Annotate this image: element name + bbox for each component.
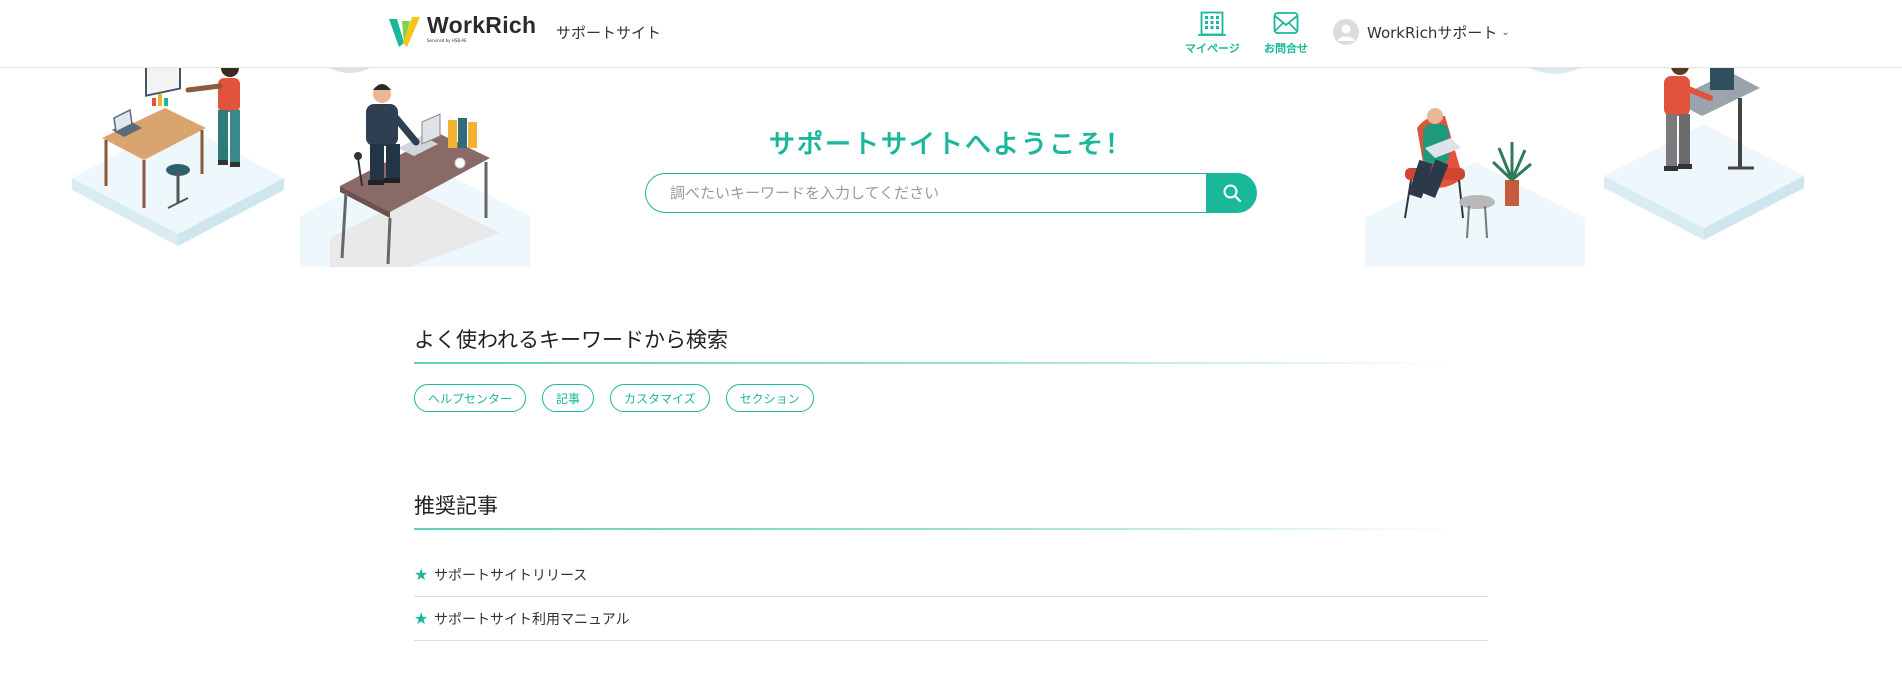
office-illustration-desk-worker — [300, 84, 530, 267]
nav-mypage-label: マイページ — [1185, 42, 1240, 55]
nav-contact[interactable]: お問合せ — [1264, 10, 1308, 56]
office-illustration-standing-desk — [1604, 68, 1804, 240]
platform-edge-decoration — [330, 68, 370, 73]
keyword-tag[interactable]: 記事 — [542, 384, 595, 412]
article-item[interactable]: ★ サポートサイトリリース — [414, 553, 1488, 597]
logo-name: WorkRich — [427, 12, 537, 38]
avatar — [1333, 19, 1359, 45]
nav-contact-label: お問合せ — [1264, 42, 1308, 55]
chevron-down-icon: ⌄ — [1501, 26, 1510, 38]
keywords-section-title: よく使われるキーワードから検索 — [414, 328, 728, 352]
article-item[interactable]: ★ サポートサイト利用マニュアル — [414, 597, 1488, 641]
keyword-tag[interactable]: カスタマイズ — [610, 384, 710, 412]
nav-mypage[interactable]: マイページ — [1185, 10, 1240, 56]
star-icon: ★ — [414, 609, 429, 628]
user-menu[interactable]: WorkRichサポート ⌄ — [1333, 19, 1510, 45]
keyword-tag-list: ヘルプセンター 記事 カスタマイズ セクション — [414, 384, 830, 412]
recommended-divider — [414, 528, 1454, 530]
office-illustration-reader — [1365, 108, 1585, 267]
user-name: WorkRichサポート — [1367, 23, 1498, 42]
logo-mark-icon — [389, 17, 420, 47]
hero-title: サポートサイトへようこそ！ — [768, 130, 1133, 160]
search-icon — [1223, 184, 1241, 203]
star-icon: ★ — [414, 565, 429, 584]
office-illustration-presenter — [72, 68, 284, 246]
site-label[interactable]: サポートサイト — [556, 22, 661, 43]
workrich-logo[interactable]: WorkRich Serviced by HSB-AE — [389, 13, 536, 49]
hero-banner — [0, 68, 1902, 267]
article-link[interactable]: サポートサイトリリース — [434, 565, 587, 585]
article-link[interactable]: サポートサイト利用マニュアル — [434, 609, 630, 629]
building-icon — [1198, 11, 1227, 36]
logo-subtitle: Serviced by HSB-AE — [427, 38, 467, 43]
keyword-tag[interactable]: セクション — [725, 384, 814, 412]
keyword-tag[interactable]: ヘルプセンター — [414, 384, 527, 412]
search-button[interactable] — [1206, 173, 1257, 213]
mail-icon — [1273, 12, 1299, 34]
user-icon — [1337, 24, 1355, 41]
keywords-divider — [414, 362, 1454, 364]
recommended-section-title: 推奨記事 — [414, 494, 498, 518]
platform-edge-decoration — [1530, 68, 1580, 74]
article-list: ★ サポートサイトリリース ★ サポートサイト利用マニュアル — [414, 553, 1488, 641]
search-input[interactable] — [645, 173, 1206, 213]
search-bar — [645, 173, 1257, 213]
site-header: WorkRich Serviced by HSB-AE サポートサイト マイペー… — [0, 0, 1902, 68]
